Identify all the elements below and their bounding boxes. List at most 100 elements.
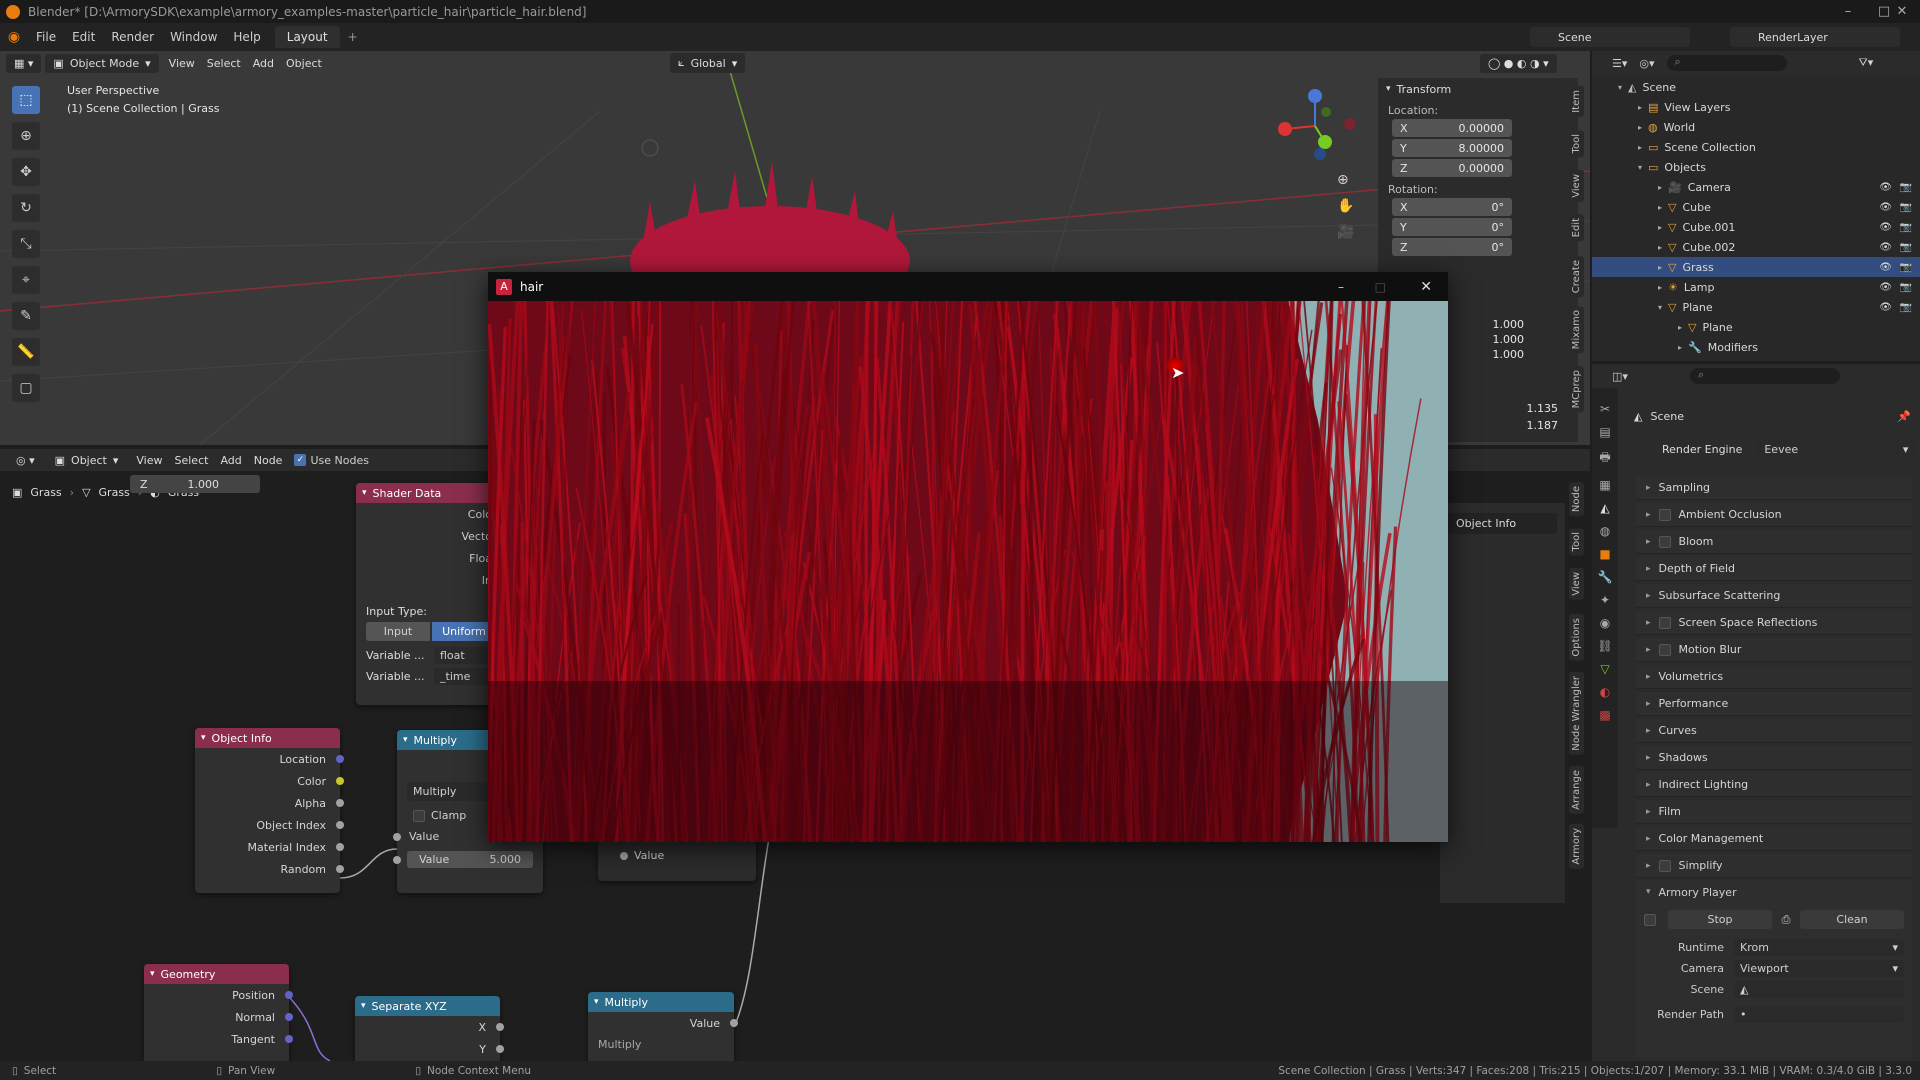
transform-header[interactable]: ▾ Transform: [1378, 78, 1578, 100]
socket-icon[interactable]: [730, 1019, 738, 1027]
separate-xyz-header[interactable]: ▾ Separate XYZ: [355, 996, 500, 1016]
menu-file[interactable]: File: [28, 30, 64, 44]
expand-icon[interactable]: ▸: [1658, 223, 1662, 232]
geometry-header[interactable]: ▾ Geometry: [144, 964, 289, 984]
viewport-menu-view[interactable]: View: [163, 57, 201, 70]
tool-tab-icon[interactable]: ✂: [1600, 402, 1610, 416]
player-window-titlebar[interactable]: A hair – □ ✕: [488, 272, 1448, 301]
panel-enable-checkbox[interactable]: [1658, 535, 1671, 548]
rotation-x-field[interactable]: X 0°: [1392, 198, 1512, 216]
panel-enable-checkbox[interactable]: [1658, 616, 1671, 629]
panel-enable-checkbox[interactable]: [1658, 859, 1671, 872]
variable-name-field[interactable]: _time: [434, 668, 496, 685]
outliner-row[interactable]: ▸ 🎥 Camera 👁 📷: [1592, 177, 1920, 197]
node-menu-select[interactable]: Select: [169, 454, 215, 467]
editor-type-button[interactable]: ▦ ▾: [6, 53, 42, 73]
socket-icon[interactable]: [393, 856, 401, 864]
camera-dropdown[interactable]: Viewport ▾: [1734, 960, 1904, 977]
outliner-row[interactable]: ▸ ▭ Scene Collection: [1592, 137, 1920, 157]
render-camera-icon[interactable]: 📷: [1900, 302, 1912, 313]
armory-player-header[interactable]: ▾ Armory Player: [1636, 880, 1912, 904]
data-tab-icon[interactable]: ▽: [1600, 662, 1609, 676]
workspace-tab-layout[interactable]: Layout: [274, 26, 340, 48]
navigation-gizmo[interactable]: [1270, 86, 1360, 166]
visibility-eye-icon[interactable]: 👁: [1879, 182, 1892, 193]
render-camera-icon[interactable]: 📷: [1900, 282, 1912, 293]
expand-icon[interactable]: ▸: [1678, 323, 1682, 332]
constraints-tab-icon[interactable]: ⛓: [1597, 639, 1612, 653]
visibility-eye-icon[interactable]: 👁: [1879, 282, 1892, 293]
expand-icon[interactable]: ▸: [1658, 183, 1662, 192]
variable-type-dropdown[interactable]: float: [434, 647, 496, 664]
menu-window[interactable]: Window: [162, 30, 225, 44]
minimize-icon[interactable]: –: [1338, 280, 1344, 294]
properties-panel[interactable]: ▸ Screen Space Reflections: [1636, 611, 1912, 635]
scene-field[interactable]: ◭: [1734, 981, 1904, 998]
shading-modes[interactable]: ◯ ● ◐ ◑ ▾: [1480, 53, 1557, 73]
socket-icon[interactable]: [336, 755, 344, 763]
expand-icon[interactable]: ▸: [1678, 343, 1682, 352]
modifier-tab-icon[interactable]: 🔧: [1598, 570, 1613, 584]
properties-panel[interactable]: ▸ Bloom: [1636, 530, 1912, 554]
scale-z-value[interactable]: 1.000: [1493, 348, 1525, 361]
output-tab-icon[interactable]: 🖶: [1599, 448, 1610, 469]
viewport-menu-add[interactable]: Add: [247, 57, 280, 70]
ntab-mcprep[interactable]: MCprep: [1569, 366, 1584, 413]
object-info-header[interactable]: ▾ Object Info: [195, 728, 340, 748]
menu-help[interactable]: Help: [225, 30, 268, 44]
outliner-row[interactable]: ▸ ◍ World: [1592, 117, 1920, 137]
z-value-popup[interactable]: Z 1.000: [130, 475, 260, 493]
location-x-field[interactable]: X 0.00000: [1392, 119, 1512, 137]
multiply-2-header[interactable]: ▾ Multiply: [588, 992, 734, 1012]
properties-panel[interactable]: ▸ Performance: [1636, 692, 1912, 716]
node-tab-view[interactable]: View: [1569, 568, 1584, 600]
outliner-row[interactable]: ▾ ▽ Plane 👁 📷: [1592, 297, 1920, 317]
pan-hand-icon[interactable]: ✋: [1337, 198, 1354, 214]
select-box-tool-icon[interactable]: ⬚: [12, 86, 40, 114]
physics-tab-icon[interactable]: ◉: [1600, 616, 1610, 630]
add-cube-tool-icon[interactable]: ▢: [12, 374, 40, 402]
node-menu-node[interactable]: Node: [248, 454, 289, 467]
socket-icon[interactable]: [336, 843, 344, 851]
operation-dropdown[interactable]: Multiply: [598, 1038, 724, 1051]
properties-panel[interactable]: ▸ Shadows: [1636, 746, 1912, 770]
separate-xyz-node[interactable]: ▾ Separate XYZ X Y: [355, 996, 504, 1061]
ntab-create[interactable]: Create: [1569, 256, 1584, 298]
view-layer-tab-icon[interactable]: ▦: [1599, 478, 1610, 492]
viewport-menu-select[interactable]: Select: [201, 57, 247, 70]
display-mode-icon[interactable]: ◎▾: [1639, 57, 1654, 70]
menu-render[interactable]: Render: [103, 30, 162, 44]
render-camera-icon[interactable]: 📷: [1900, 242, 1912, 253]
node-tab-armory[interactable]: Armory: [1569, 824, 1584, 869]
scale-y-value[interactable]: 1.000: [1493, 333, 1525, 346]
orientation-dropdown[interactable]: ⟀ Global ▾: [670, 53, 746, 73]
multiply-node-2[interactable]: ▾ Multiply Value Multiply: [588, 992, 738, 1061]
socket-icon[interactable]: [336, 799, 344, 807]
menu-edit[interactable]: Edit: [64, 30, 103, 44]
dimension-y-value[interactable]: 1.187: [1527, 419, 1559, 432]
particles-tab-icon[interactable]: ✦: [1600, 593, 1610, 607]
properties-search-icon[interactable]: ⌕: [1689, 368, 1840, 384]
clean-button[interactable]: Clean: [1800, 910, 1904, 929]
properties-panel[interactable]: ▸ Curves: [1636, 719, 1912, 743]
scene-selector[interactable]: Scene: [1530, 27, 1690, 47]
location-y-field[interactable]: Y 8.00000: [1392, 139, 1512, 157]
ntab-edit[interactable]: Edit: [1569, 214, 1584, 242]
outliner-root[interactable]: ▾ ◭ Scene: [1592, 77, 1920, 97]
expand-icon[interactable]: ▸: [1658, 283, 1662, 292]
outliner-row[interactable]: ▸ ☀ Lamp 👁 📷: [1592, 277, 1920, 297]
properties-panel[interactable]: ▸ Ambient Occlusion: [1636, 503, 1912, 527]
object-tab-icon[interactable]: ■: [1599, 547, 1610, 561]
input-button[interactable]: Input: [366, 622, 430, 641]
properties-panel[interactable]: ▸ Simplify: [1636, 854, 1912, 878]
socket-icon[interactable]: [496, 1023, 504, 1031]
outliner-search-icon[interactable]: ⌕: [1666, 55, 1787, 71]
outliner-row[interactable]: ▸ ▤ View Layers: [1592, 97, 1920, 117]
object-info-node[interactable]: ▾ Object Info Location Color Alpha Objec…: [195, 728, 344, 893]
move-tool-icon[interactable]: ✥: [12, 158, 40, 186]
visibility-eye-icon[interactable]: 👁: [1879, 302, 1892, 313]
material-tab-icon[interactable]: ◐: [1600, 685, 1610, 699]
blender-menu-icon[interactable]: ◉: [0, 29, 28, 45]
breadcrumb-object[interactable]: Grass: [30, 486, 61, 499]
properties-panel[interactable]: ▸ Motion Blur: [1636, 638, 1912, 662]
